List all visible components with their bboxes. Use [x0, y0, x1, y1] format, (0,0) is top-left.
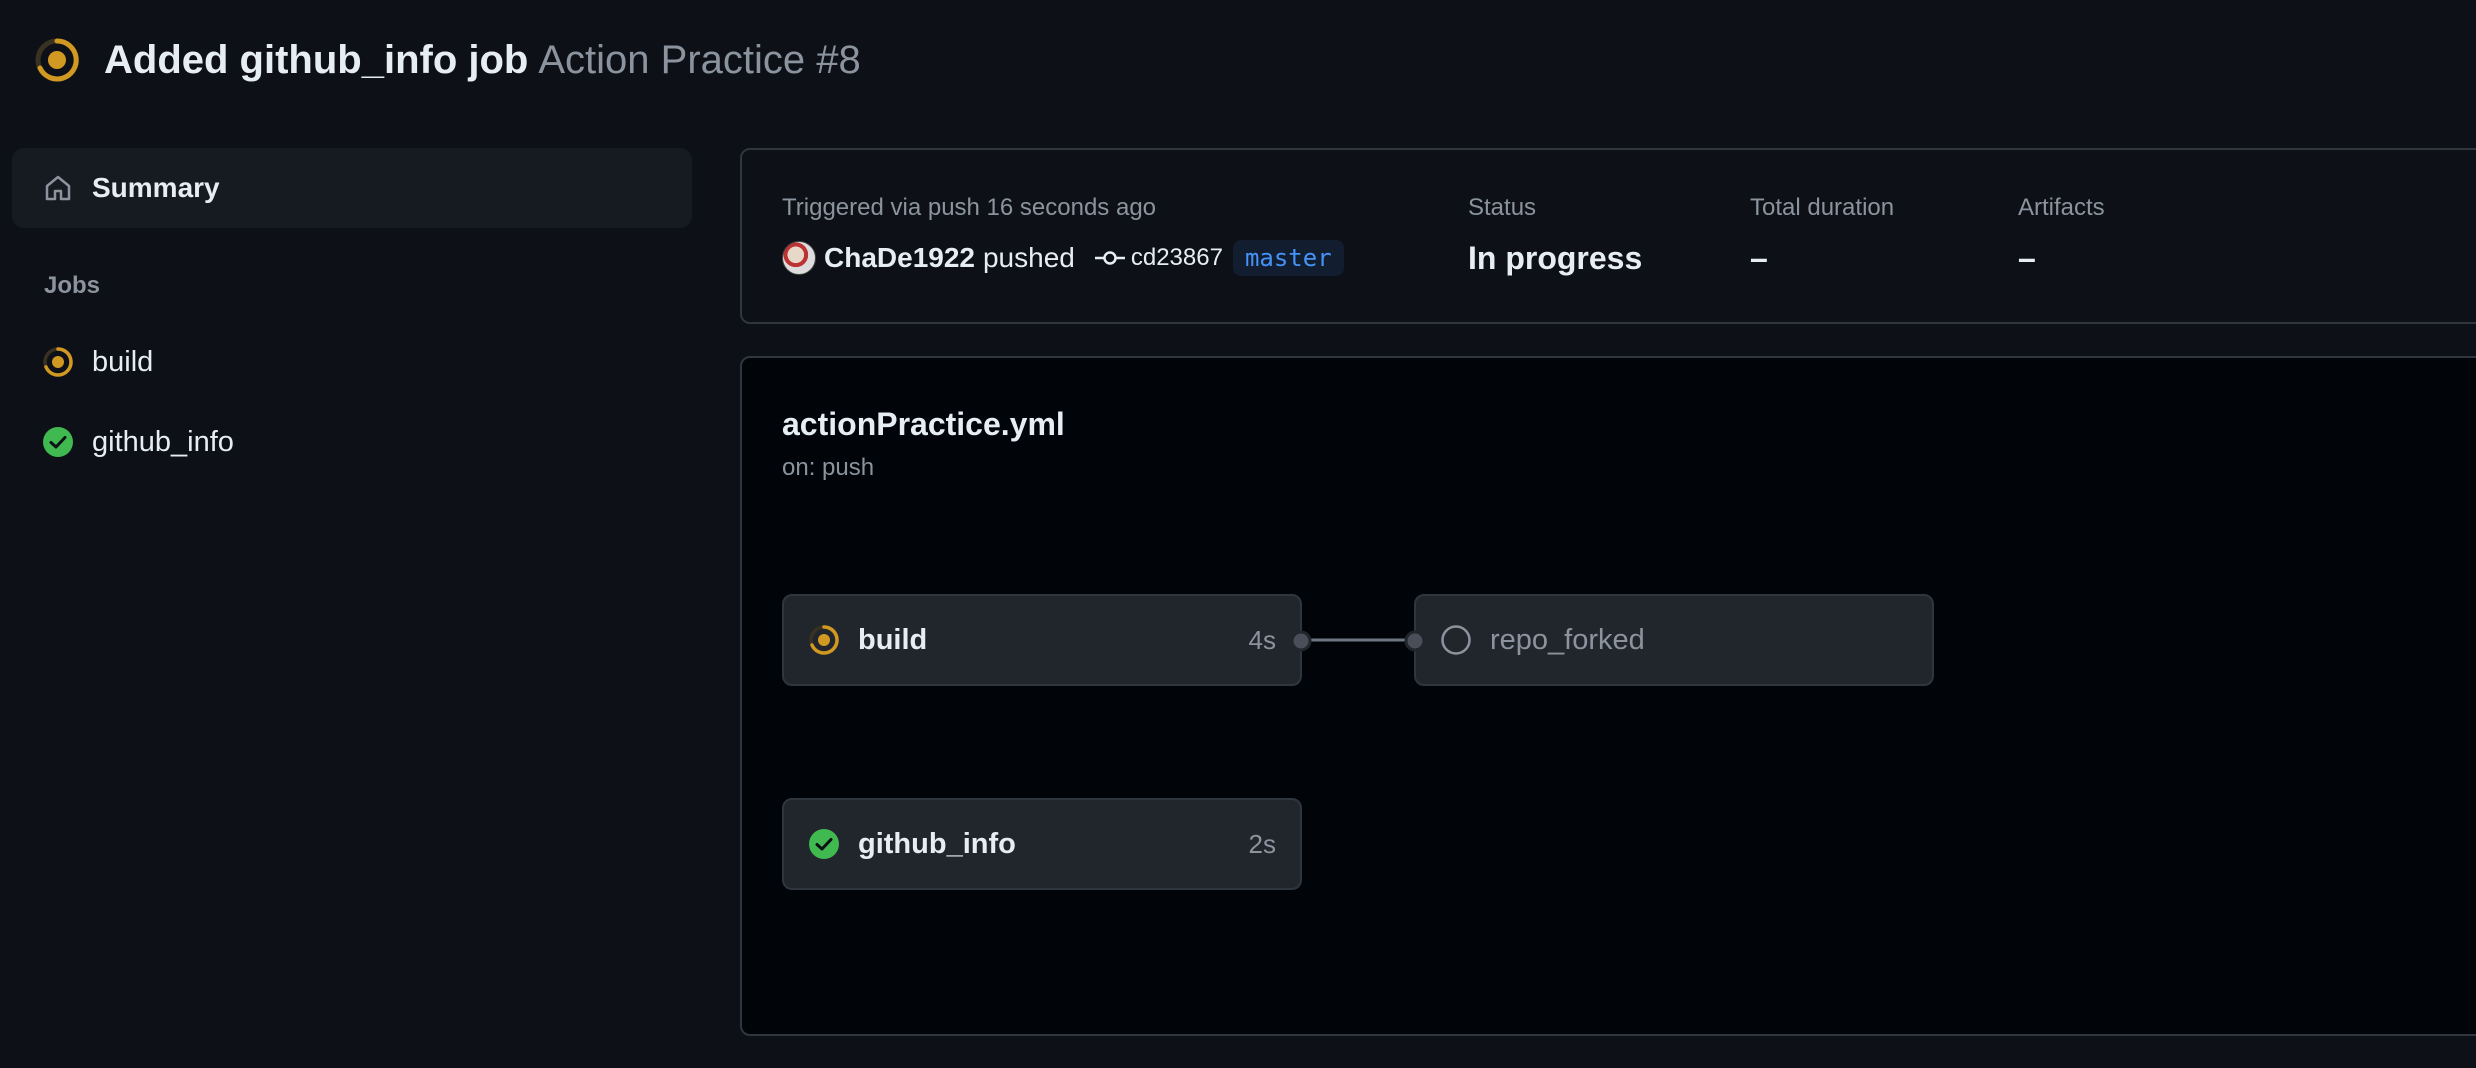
- connector-dot-icon: [1404, 630, 1426, 652]
- sidebar: Summary Jobs build github_info: [12, 148, 692, 482]
- trigger-text: Triggered via push 16 seconds ago: [782, 194, 1157, 221]
- duration-info: Total duration –: [1750, 194, 1894, 277]
- artifacts-value: –: [2018, 240, 2036, 276]
- job-node-label: repo_forked: [1490, 623, 1645, 656]
- duration-value: –: [1750, 240, 1768, 276]
- job-node-duration: 2s: [1248, 828, 1276, 859]
- job-node-label: github_info: [858, 827, 1016, 860]
- connector-dot-icon: [1290, 630, 1312, 652]
- avatar[interactable]: [782, 241, 816, 275]
- job-node-repo-forked[interactable]: repo_forked: [1404, 594, 1934, 686]
- status-label: Status: [1468, 194, 1537, 221]
- in-progress-status-icon: [34, 37, 80, 83]
- sidebar-item-label: Summary: [92, 172, 220, 203]
- success-check-icon: [808, 828, 840, 860]
- sidebar-item-github-info[interactable]: github_info: [12, 402, 692, 482]
- artifacts-info: Artifacts –: [2018, 194, 2105, 277]
- sidebar-item-label: build: [92, 345, 154, 378]
- job-node-label: build: [858, 623, 928, 656]
- workflow-graph-panel: actionPractice.yml on: push build 4s rep…: [740, 356, 2476, 1036]
- sidebar-item-label: github_info: [92, 425, 234, 458]
- in-progress-status-icon: [42, 346, 74, 378]
- job-node-duration: 4s: [1248, 624, 1276, 655]
- workflow-trigger: on: push: [782, 454, 875, 481]
- page-title: Added github_info job: [104, 37, 529, 82]
- job-node-build[interactable]: build 4s: [782, 594, 1312, 686]
- commit-sha-link[interactable]: cd23867: [1131, 244, 1223, 272]
- event-action: pushed: [982, 242, 1075, 273]
- actor-link[interactable]: ChaDe1922: [824, 242, 975, 274]
- workflow-run-name: Action Practice #8: [538, 37, 861, 82]
- pending-status-icon: [1440, 624, 1472, 656]
- status-info: Status In progress: [1468, 194, 1642, 277]
- status-value: In progress: [1468, 240, 1643, 276]
- commit-icon: [1094, 248, 1125, 268]
- job-node-github-info[interactable]: github_info 2s: [782, 798, 1302, 890]
- in-progress-status-icon: [808, 624, 840, 656]
- jobs-heading: Jobs: [44, 272, 101, 299]
- branch-badge[interactable]: master: [1232, 240, 1344, 276]
- sidebar-item-summary[interactable]: Summary: [12, 148, 692, 228]
- artifacts-label: Artifacts: [2018, 194, 2105, 221]
- home-icon: [42, 172, 74, 204]
- job-dependency-connector: [1302, 638, 1414, 642]
- duration-label: Total duration: [1750, 194, 1895, 221]
- sidebar-item-build[interactable]: build: [12, 322, 692, 402]
- success-check-icon: [42, 426, 74, 458]
- workflow-filename[interactable]: actionPractice.yml: [782, 406, 1065, 443]
- page-header: Added github_info job Action Practice #8: [34, 30, 861, 90]
- run-summary-panel: Triggered via push 16 seconds ago ChaDe1…: [740, 148, 2476, 324]
- trigger-info: Triggered via push 16 seconds ago ChaDe1…: [782, 194, 1344, 276]
